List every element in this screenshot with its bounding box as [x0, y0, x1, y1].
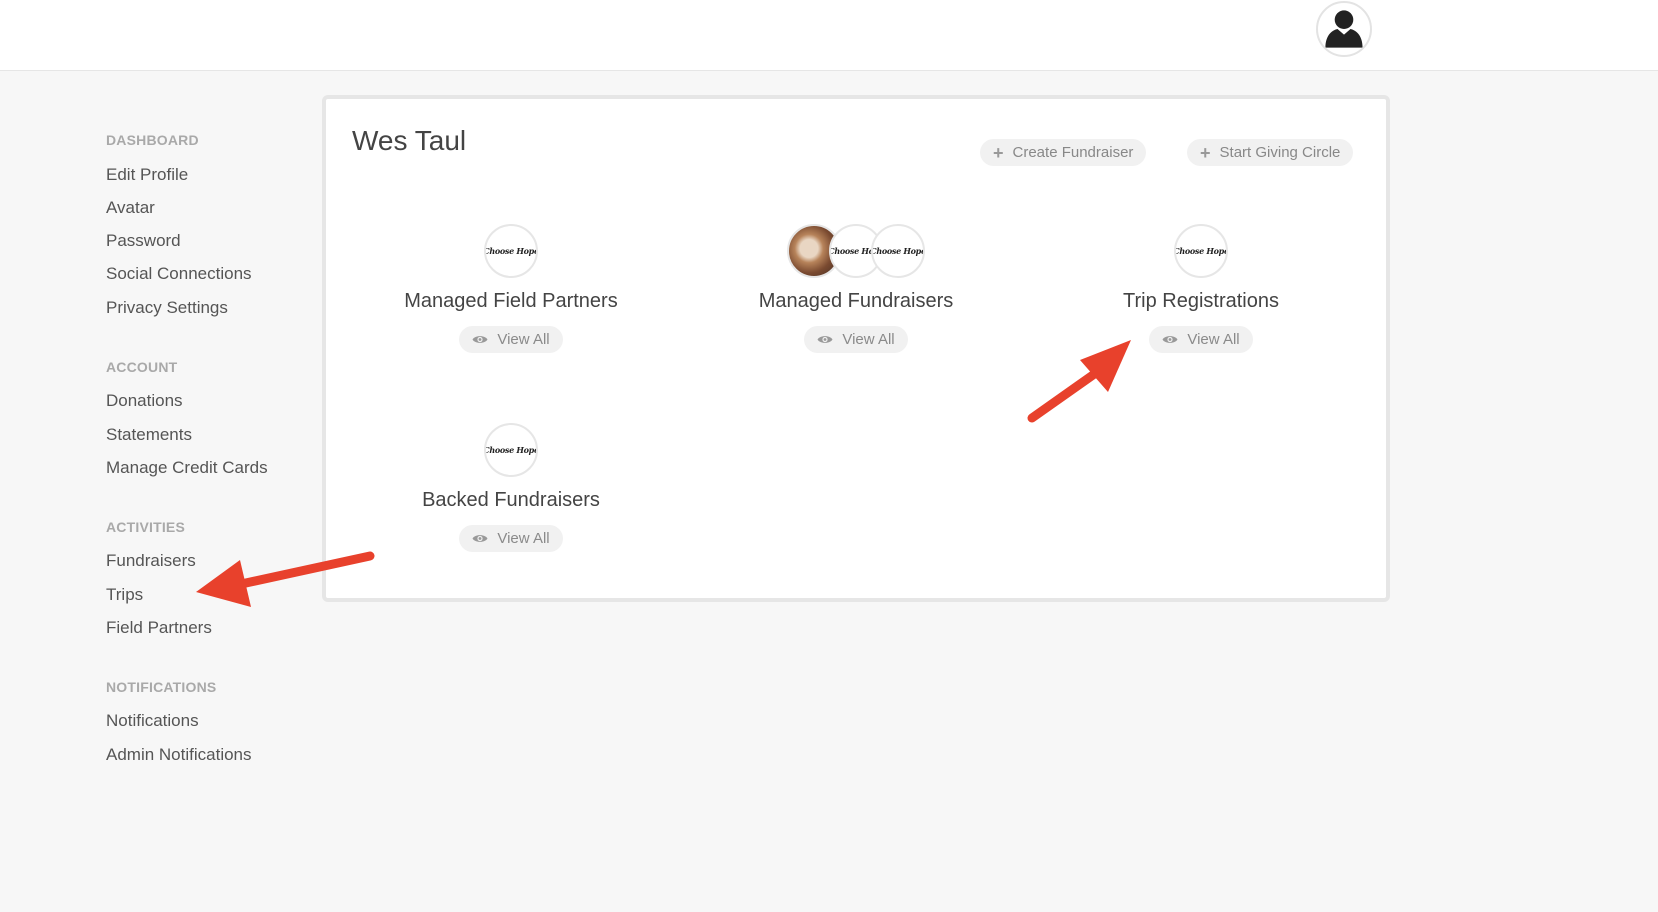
sidebar-item-privacy-settings[interactable]: Privacy Settings — [106, 298, 228, 318]
view-all-label: View All — [497, 331, 550, 348]
view-all-button[interactable]: View All — [804, 326, 908, 353]
page-title: Wes Taul — [352, 125, 467, 156]
view-all-label: View All — [1187, 331, 1240, 348]
logo-avatar: Choose Hope — [1174, 224, 1228, 278]
view-all-button[interactable]: View All — [459, 326, 563, 353]
sidebar-item-field-partners[interactable]: Field Partners — [106, 618, 212, 638]
tile-backed-fundraisers: Choose Hope Backed Fundraisers View All — [361, 423, 661, 552]
logo-avatar: Choose Hope — [484, 224, 538, 278]
user-avatar-icon[interactable] — [1316, 1, 1372, 57]
eye-icon — [472, 535, 488, 542]
tile-managed-field-partners: Choose Hope Managed Field Partners View … — [361, 224, 661, 353]
sidebar-item-social-connections[interactable]: Social Connections — [106, 264, 252, 284]
eye-icon — [1162, 336, 1178, 343]
sidebar-item-password[interactable]: Password — [106, 231, 181, 251]
logo-text: Choose Hope — [871, 246, 925, 256]
dashboard-card: Wes Taul + Create Fundraiser + Start Giv… — [322, 95, 1390, 602]
sidebar-item-admin-notifications[interactable]: Admin Notifications — [106, 745, 252, 765]
sidebar-heading-notifications: NOTIFICATIONS — [106, 679, 217, 695]
start-giving-circle-label: Start Giving Circle — [1219, 144, 1341, 161]
sidebar-heading-dashboard: DASHBOARD — [106, 132, 199, 148]
sidebar-heading-activities: ACTIVITIES — [106, 519, 186, 535]
create-fundraiser-button[interactable]: + Create Fundraiser — [980, 139, 1147, 166]
eye-icon — [472, 336, 488, 343]
view-all-button[interactable]: View All — [459, 525, 563, 552]
sidebar-item-edit-profile[interactable]: Edit Profile — [106, 165, 188, 185]
sidebar-item-manage-credit-cards[interactable]: Manage Credit Cards — [106, 458, 268, 478]
sidebar-item-fundraisers[interactable]: Fundraisers — [106, 551, 196, 571]
sidebar-item-avatar[interactable]: Avatar — [106, 198, 155, 218]
top-bar — [0, 0, 1658, 71]
tile-label: Backed Fundraisers — [422, 489, 600, 511]
sidebar-heading-account: ACCOUNT — [106, 359, 178, 375]
plus-icon: + — [993, 142, 1004, 163]
logo-text: Choose Hope — [484, 246, 538, 256]
logo-text: Choose Hope — [1174, 246, 1228, 256]
logo-text: Choose Hope — [484, 445, 538, 455]
tile-label: Trip Registrations — [1123, 290, 1279, 312]
start-giving-circle-button[interactable]: + Start Giving Circle — [1187, 139, 1354, 166]
view-all-label: View All — [497, 530, 550, 547]
sidebar-item-statements[interactable]: Statements — [106, 425, 192, 445]
view-all-label: View All — [842, 331, 895, 348]
logo-avatar: Choose Hope — [484, 423, 538, 477]
tile-label: Managed Field Partners — [404, 290, 618, 312]
create-fundraiser-label: Create Fundraiser — [1012, 144, 1134, 161]
tile-managed-fundraisers: Choose Hope Choose Hope Managed Fundrais… — [706, 224, 1006, 353]
sidebar-item-notifications[interactable]: Notifications — [106, 711, 199, 731]
logo-avatar: Choose Hope — [871, 224, 925, 278]
user-silhouette-icon — [1325, 10, 1363, 48]
eye-icon — [817, 336, 833, 343]
sidebar-item-trips[interactable]: Trips — [106, 585, 143, 605]
plus-icon: + — [1200, 142, 1211, 163]
view-all-button[interactable]: View All — [1149, 326, 1253, 353]
tile-trip-registrations: Choose Hope Trip Registrations View All — [1051, 224, 1351, 353]
tile-label: Managed Fundraisers — [758, 290, 954, 312]
sidebar-item-donations[interactable]: Donations — [106, 391, 183, 411]
